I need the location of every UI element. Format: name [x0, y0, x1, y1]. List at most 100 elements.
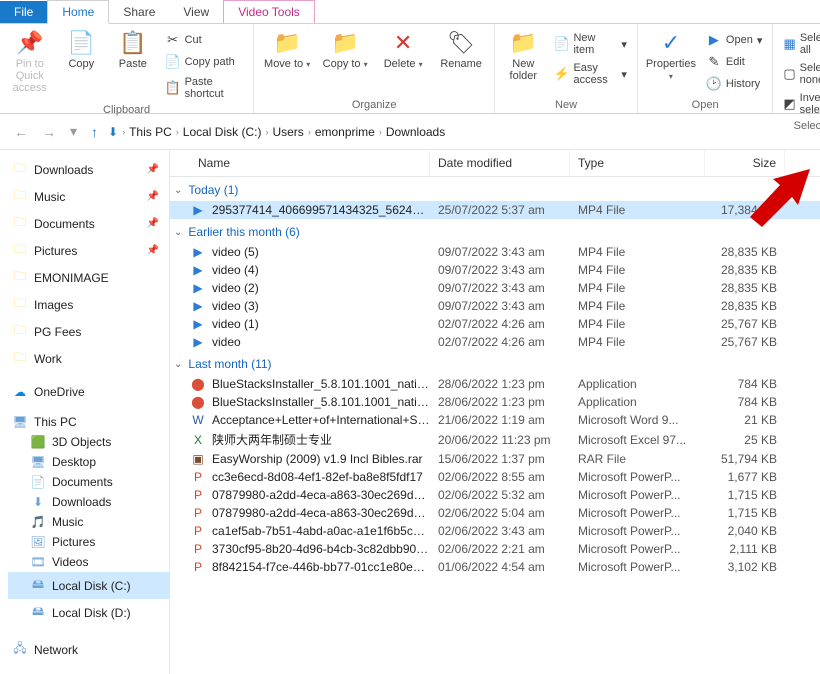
- group-header[interactable]: ⌄Earlier this month (6): [170, 219, 820, 243]
- tab-share[interactable]: Share: [109, 1, 169, 23]
- nav-up-button[interactable]: ↑: [87, 124, 102, 140]
- group-header[interactable]: ⌄Today (1): [170, 177, 820, 201]
- col-size[interactable]: Size: [705, 150, 785, 176]
- nav-pc-item[interactable]: 🟩3D Objects: [8, 432, 169, 452]
- file-row[interactable]: ▶video02/07/2022 4:26 amMP4 File25,767 K…: [170, 333, 820, 351]
- nav-quick-item[interactable]: 🗀Documents📌: [8, 210, 169, 237]
- ribbon-group-open: Open: [644, 97, 766, 113]
- drive-icon: 🖴: [30, 575, 46, 596]
- move-to-icon: 📁: [273, 30, 300, 56]
- file-row[interactable]: ▶video (2)09/07/2022 3:43 amMP4 File28,8…: [170, 279, 820, 297]
- nav-network[interactable]: 🖧Network: [8, 636, 169, 663]
- file-row[interactable]: ▶video (4)09/07/2022 3:43 amMP4 File28,8…: [170, 261, 820, 279]
- open-button[interactable]: ▶Open ▾: [702, 30, 766, 50]
- col-type[interactable]: Type: [570, 150, 705, 176]
- file-icon: ▶: [190, 203, 206, 217]
- rename-button[interactable]: 🏷Rename: [434, 26, 488, 70]
- nav-quick-item[interactable]: 🗀Downloads📌: [8, 156, 169, 183]
- file-row[interactable]: ▶ 295377414_406699571434325_5624732014...…: [170, 201, 820, 219]
- nav-quick-item[interactable]: 🗀EMONIMAGE: [8, 264, 169, 291]
- nav-pc-item[interactable]: 🖼Pictures: [8, 532, 169, 552]
- col-name[interactable]: Name: [170, 150, 430, 176]
- file-row[interactable]: P07879980-a2dd-4eca-a863-30ec269d8747...…: [170, 486, 820, 504]
- file-name: 295377414_406699571434325_5624732014...: [212, 203, 430, 217]
- folder-icon: 🗀: [12, 267, 28, 288]
- group-header[interactable]: ⌄Last month (11): [170, 351, 820, 375]
- new-item-icon: 📄: [553, 36, 569, 52]
- nav-quick-item[interactable]: 🗀Images: [8, 291, 169, 318]
- edit-button[interactable]: ✎Edit: [702, 52, 766, 72]
- crumb-users[interactable]: Users: [272, 125, 303, 139]
- nav-pc-item[interactable]: 🖴Local Disk (D:): [8, 599, 169, 626]
- file-icon: ▶: [190, 299, 206, 313]
- move-to-button[interactable]: 📁Move to ▾: [260, 26, 314, 70]
- nav-pc-item[interactable]: ⬇Downloads: [8, 492, 169, 512]
- chevron-right-icon: ›: [122, 127, 125, 137]
- properties-button[interactable]: ✓Properties ▾: [644, 26, 698, 82]
- file-size: 784 KB: [705, 377, 785, 391]
- file-row[interactable]: P3730cf95-8b20-4d96-b4cb-3c82dbb9003902/…: [170, 540, 820, 558]
- file-row[interactable]: P8f842154-f7ce-446b-bb77-01cc1e80ee5b01/…: [170, 558, 820, 576]
- tab-video-tools[interactable]: Video Tools: [223, 0, 315, 23]
- crumb-user[interactable]: emonprime: [315, 125, 375, 139]
- new-folder-icon: 📁: [510, 30, 537, 56]
- copy-button[interactable]: 📄 Copy: [58, 26, 106, 70]
- open-icon: ▶: [706, 32, 722, 48]
- file-date: 09/07/2022 3:43 am: [430, 281, 570, 295]
- file-row[interactable]: ▶video (3)09/07/2022 3:43 amMP4 File28,8…: [170, 297, 820, 315]
- paste-shortcut-button[interactable]: 📋Paste shortcut: [161, 74, 248, 102]
- tab-home[interactable]: Home: [47, 0, 109, 24]
- nav-pc-item[interactable]: 🖴Local Disk (C:): [8, 572, 169, 599]
- file-row[interactable]: ⬤BlueStacksInstaller_5.8.101.1001_native…: [170, 375, 820, 393]
- nav-recent-button[interactable]: ▾: [66, 123, 81, 140]
- file-type: Microsoft Excel 97...: [570, 433, 705, 447]
- folder-icon: 🗀: [12, 321, 28, 342]
- cut-icon: ✂: [165, 32, 181, 48]
- file-row[interactable]: ⬤BlueStacksInstaller_5.8.101.1001_native…: [170, 393, 820, 411]
- file-date: 21/06/2022 1:19 am: [430, 413, 570, 427]
- nav-quick-item[interactable]: 🗀Music📌: [8, 183, 169, 210]
- file-row[interactable]: ▶video (5)09/07/2022 3:43 amMP4 File28,8…: [170, 243, 820, 261]
- select-none-button[interactable]: ▢Select none: [779, 60, 820, 88]
- crumb-c[interactable]: Local Disk (C:): [183, 125, 262, 139]
- paste-button[interactable]: 📋 Paste: [109, 26, 157, 70]
- tab-file[interactable]: File: [0, 1, 47, 23]
- col-date[interactable]: Date modified: [430, 150, 570, 176]
- invert-selection-button[interactable]: ◩Invert selecti: [779, 90, 820, 118]
- nav-forward-button[interactable]: →: [38, 124, 60, 140]
- pin-quick-access-button[interactable]: 📌 Pin to Quick access: [6, 26, 54, 94]
- delete-button[interactable]: ✕Delete ▾: [376, 26, 430, 70]
- nav-onedrive[interactable]: ☁OneDrive: [8, 382, 169, 402]
- easy-access-button[interactable]: ⚡Easy access ▾: [549, 60, 630, 88]
- copy-path-button[interactable]: 📄Copy path: [161, 52, 248, 72]
- nav-pc-item[interactable]: 🎵Music: [8, 512, 169, 532]
- crumb-thispc[interactable]: This PC: [129, 125, 172, 139]
- nav-quick-item[interactable]: 🗀PG Fees: [8, 318, 169, 345]
- cut-button[interactable]: ✂Cut: [161, 30, 248, 50]
- history-button[interactable]: 🕑History: [702, 74, 766, 94]
- copy-to-button[interactable]: 📁Copy to ▾: [318, 26, 372, 70]
- nav-pc-item[interactable]: 🎞Videos: [8, 552, 169, 572]
- file-name: EasyWorship (2009) v1.9 Incl Bibles.rar: [212, 452, 423, 466]
- file-row[interactable]: ▶video (1)02/07/2022 4:26 amMP4 File25,7…: [170, 315, 820, 333]
- file-row[interactable]: Pca1ef5ab-7b51-4abd-a0ac-a1e1f6b5c39b02/…: [170, 522, 820, 540]
- new-item-button[interactable]: 📄New item ▾: [549, 30, 630, 58]
- nav-quick-item[interactable]: 🗀Pictures📌: [8, 237, 169, 264]
- file-row[interactable]: P07879980-a2dd-4eca-a863-30ec269d874702/…: [170, 504, 820, 522]
- crumb-downloads[interactable]: Downloads: [386, 125, 445, 139]
- nav-pc-item[interactable]: 🖥Desktop: [8, 452, 169, 472]
- nav-thispc[interactable]: 🖥This PC: [8, 412, 169, 432]
- file-row[interactable]: Pcc3e6ecd-8d08-4ef1-82ef-ba8e8f5fdf1702/…: [170, 468, 820, 486]
- file-row[interactable]: ▣EasyWorship (2009) v1.9 Incl Bibles.rar…: [170, 450, 820, 468]
- nav-quick-item[interactable]: 🗀Work: [8, 345, 169, 372]
- file-row[interactable]: X陕师大两年制硕士专业20/06/2022 11:23 pmMicrosoft …: [170, 429, 820, 450]
- chevron-down-icon: ⌄: [174, 185, 182, 196]
- tab-view[interactable]: View: [169, 1, 223, 23]
- new-folder-button[interactable]: 📁New folder: [501, 26, 545, 82]
- select-all-button[interactable]: ▦Select all: [779, 30, 820, 58]
- nav-back-button[interactable]: ←: [10, 124, 32, 140]
- file-row[interactable]: WAcceptance+Letter+of+International+St..…: [170, 411, 820, 429]
- easy-access-icon: ⚡: [553, 66, 569, 82]
- nav-pc-item[interactable]: 📄Documents: [8, 472, 169, 492]
- paste-icon: 📋: [119, 30, 146, 56]
